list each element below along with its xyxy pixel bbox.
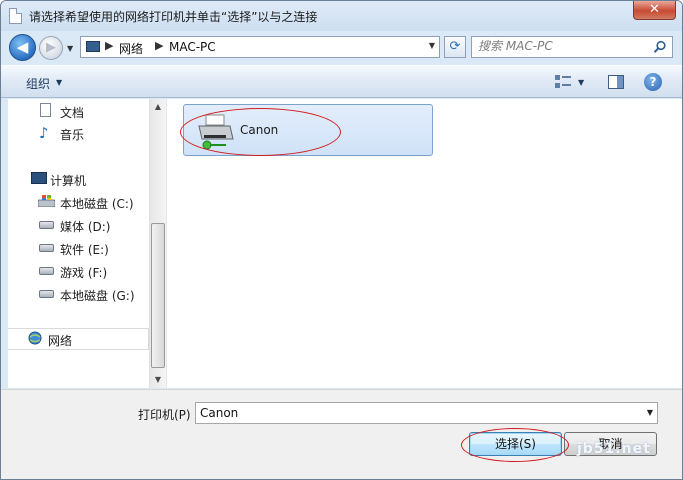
preview-pane-icon[interactable] [608,75,624,89]
scrollbar-thumb[interactable] [151,223,165,368]
drive-icon [39,267,54,275]
search-icon[interactable] [653,40,667,54]
watermark: jb51.net [577,441,651,457]
nav-item-drive-f[interactable]: 游戏 (F:) [38,261,150,281]
forward-button[interactable]: ▶ [39,36,63,60]
scroll-up-icon[interactable]: ▲ [150,99,166,115]
nav-pane-scrollbar[interactable]: ▲ ▼ [149,99,166,388]
drive-icon [39,244,54,252]
refresh-button[interactable]: ⟳ [444,36,466,58]
close-button[interactable]: ✕ [633,1,676,20]
bottom-panel: 打印机(P) ▼ 选择(S) 取消 [1,389,682,479]
nav-item-drive-c[interactable]: 本地磁盘 (C:) [38,192,150,212]
search-box[interactable] [471,36,673,58]
nav-item-label: 文档 [60,106,85,120]
organize-menu[interactable]: 组织 [26,75,50,92]
search-input[interactable] [478,39,648,53]
nav-item-drive-e[interactable]: 软件 (E:) [38,238,150,258]
nav-item-label: 本地磁盘 (G:) [60,289,135,303]
address-dropdown-icon[interactable]: ▼ [429,41,435,50]
printer-field[interactable] [200,406,630,420]
nav-item-drive-g[interactable]: 本地磁盘 (G:) [38,284,150,304]
breadcrumb-network[interactable]: 网络 [119,40,143,57]
printer-field-label: 打印机(P) [138,408,191,422]
network-icon [28,331,42,345]
printer-name: Canon [240,123,279,137]
select-button[interactable]: 选择(S) [469,432,562,456]
nav-item-documents[interactable]: 文档 [38,101,148,121]
printer-select-dialog: 请选择希望使用的网络打印机并单击“选择”以与之连接 ✕ ◀ ▶ ▼ ▶ 网络 ▶… [0,0,683,480]
printer-combo[interactable]: ▼ [195,402,658,424]
help-icon[interactable]: ? [644,73,662,91]
music-icon: ♪ [39,124,49,142]
breadcrumb-separator-icon[interactable]: ▶ [155,39,163,52]
windows-drive-icon [38,195,55,207]
recent-pages-dropdown-icon[interactable]: ▼ [67,44,73,53]
scroll-down-icon[interactable]: ▼ [150,372,166,388]
file-list-pane: Canon [167,99,682,388]
view-options-icon[interactable] [555,75,571,89]
command-bar: 组织 ▼ ▼ ? [1,65,682,98]
organize-dropdown-icon[interactable]: ▼ [56,78,62,87]
drive-icon [39,290,54,298]
nav-item-drive-d[interactable]: 媒体 (D:) [38,215,150,235]
nav-item-music[interactable]: ♪ 音乐 [38,123,148,143]
back-button[interactable]: ◀ [9,34,36,61]
nav-item-label: 软件 (E:) [60,243,109,257]
printer-item-canon[interactable]: Canon [183,104,433,156]
view-dropdown-icon[interactable]: ▼ [578,78,584,87]
nav-item-computer[interactable]: 计算机 [28,169,148,189]
title-bar: 请选择希望使用的网络打印机并单击“选择”以与之连接 ✕ [1,1,682,31]
document-icon [9,8,22,24]
address-row: ◀ ▶ ▼ ▶ 网络 ▶ MAC-PC ▼ ⟳ [1,31,682,63]
breadcrumb-separator-icon[interactable]: ▶ [105,39,113,52]
nav-item-label: 游戏 (F:) [60,266,108,280]
nav-item-network[interactable]: 网络 [8,328,149,350]
network-location-icon [86,41,100,52]
document-icon [40,103,51,117]
nav-item-label: 计算机 [50,174,87,188]
nav-item-label: 媒体 (D:) [60,220,111,234]
chevron-down-icon[interactable]: ▼ [647,408,653,417]
dialog-title: 请选择希望使用的网络打印机并单击“选择”以与之连接 [29,10,318,24]
computer-icon [31,172,47,184]
breadcrumb-mac-pc[interactable]: MAC-PC [169,40,216,54]
printer-icon [198,114,234,150]
nav-item-label: 音乐 [60,128,85,142]
nav-item-label: 网络 [48,334,73,348]
nav-item-label: 本地磁盘 (C:) [60,197,134,211]
address-bar[interactable]: ▶ 网络 ▶ MAC-PC ▼ [80,36,440,58]
drive-icon [39,221,54,229]
